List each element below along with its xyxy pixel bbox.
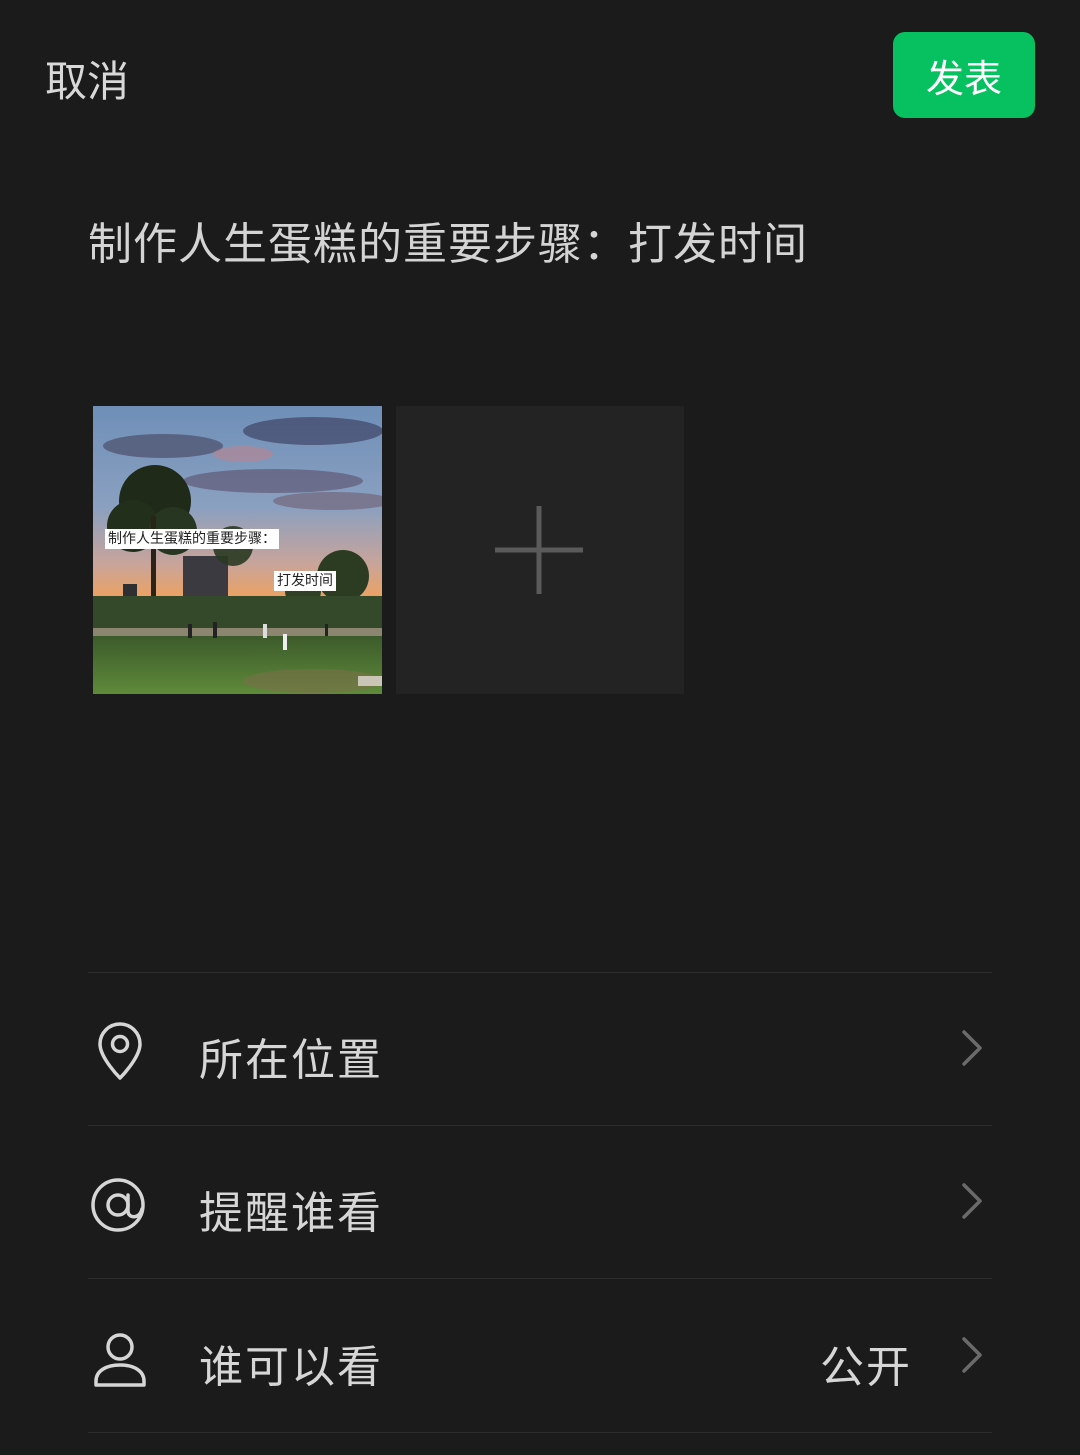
option-label: 提醒谁看 xyxy=(199,1188,383,1239)
option-location[interactable]: 所在位置 xyxy=(88,974,992,1124)
option-mention[interactable]: 提醒谁看 xyxy=(88,1127,992,1277)
person-icon xyxy=(94,1333,146,1387)
chevron-right-icon xyxy=(962,1337,982,1373)
option-visibility[interactable]: 谁可以看 公开 xyxy=(88,1281,992,1431)
chevron-right-icon xyxy=(962,1183,982,1219)
visibility-value: 公开 xyxy=(820,1342,912,1393)
chevron-right-icon xyxy=(962,1030,982,1066)
attached-photo[interactable]: 制作人生蛋糕的重要步骤： 打发时间 xyxy=(93,406,382,694)
location-pin-icon xyxy=(98,1022,142,1080)
divider xyxy=(88,1432,992,1433)
divider xyxy=(88,972,992,973)
at-icon xyxy=(91,1178,145,1232)
photo-image xyxy=(93,406,382,694)
add-photo-button[interactable] xyxy=(396,406,684,694)
plus-icon xyxy=(495,506,583,594)
publish-button[interactable]: 发表 xyxy=(893,32,1035,118)
cancel-button[interactable]: 取消 xyxy=(45,48,129,109)
option-label: 所在位置 xyxy=(199,1035,383,1086)
option-label: 谁可以看 xyxy=(199,1342,383,1393)
photo-caption-line2: 打发时间 xyxy=(274,571,336,591)
photo-caption-line1: 制作人生蛋糕的重要步骤： xyxy=(105,529,279,549)
divider xyxy=(88,1278,992,1279)
post-text-input[interactable]: 制作人生蛋糕的重要步骤：打发时间 xyxy=(88,208,808,272)
divider xyxy=(88,1125,992,1126)
top-bar: 取消 发表 xyxy=(0,0,1080,150)
